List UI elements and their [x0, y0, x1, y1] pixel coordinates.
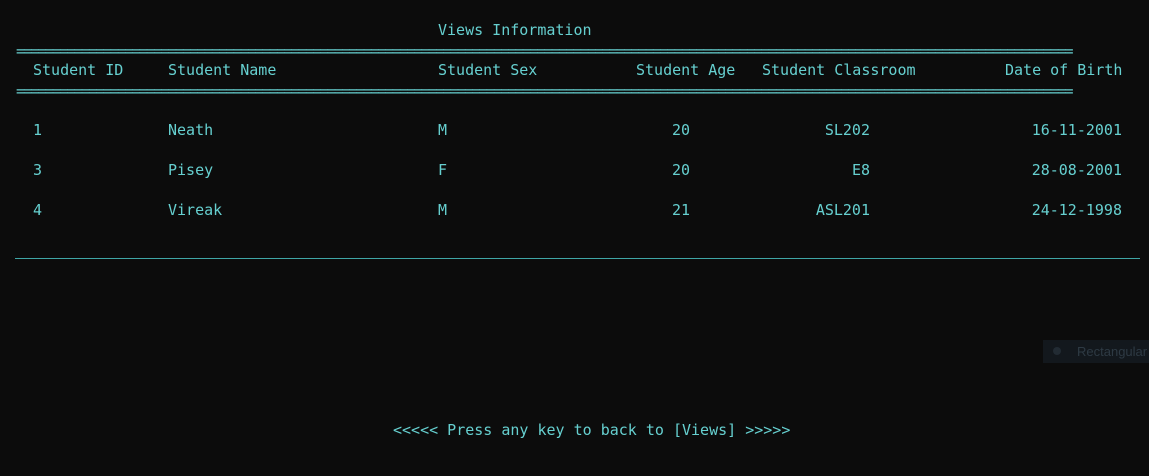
row-sex: F	[438, 161, 448, 179]
row-sex: M	[438, 201, 448, 219]
header-separator: ========================================…	[16, 84, 1074, 98]
column-header-name: Student Name	[168, 61, 277, 79]
row-id: 1	[33, 121, 43, 139]
top-separator: ========================================…	[16, 44, 1074, 58]
row-dob: 28-08-2001	[1031, 161, 1122, 179]
row-dob: 16-11-2001	[1031, 121, 1122, 139]
bottom-divider	[15, 258, 1140, 259]
row-age: 20	[671, 161, 690, 179]
selection-mode-label: Rectangular	[1077, 344, 1148, 359]
row-classroom: E8	[851, 161, 870, 179]
row-dob: 24-12-1998	[1031, 201, 1122, 219]
column-header-dob: Date of Birth	[1005, 61, 1123, 79]
page-title: Views Information	[438, 21, 592, 39]
footer-prompt: <<<<< Press any key to back to [Views] >…	[393, 421, 791, 439]
console-window: Views Information ======================…	[0, 0, 1149, 476]
row-classroom: ASL201	[815, 201, 870, 219]
row-age: 20	[671, 121, 690, 139]
selection-mode-tooltip[interactable]: Rectangular	[1043, 340, 1149, 363]
row-classroom: SL202	[824, 121, 870, 139]
column-header-classroom: Student Classroom	[762, 61, 916, 79]
row-name: Neath	[168, 121, 214, 139]
row-id: 4	[33, 201, 43, 219]
row-name: Pisey	[168, 161, 214, 179]
row-sex: M	[438, 121, 448, 139]
record-icon	[1053, 347, 1061, 355]
row-name: Vireak	[168, 201, 223, 219]
row-id: 3	[33, 161, 43, 179]
column-header-id: Student ID	[33, 61, 124, 79]
column-header-age: Student Age	[636, 61, 736, 79]
row-age: 21	[671, 201, 690, 219]
column-header-sex: Student Sex	[438, 61, 538, 79]
